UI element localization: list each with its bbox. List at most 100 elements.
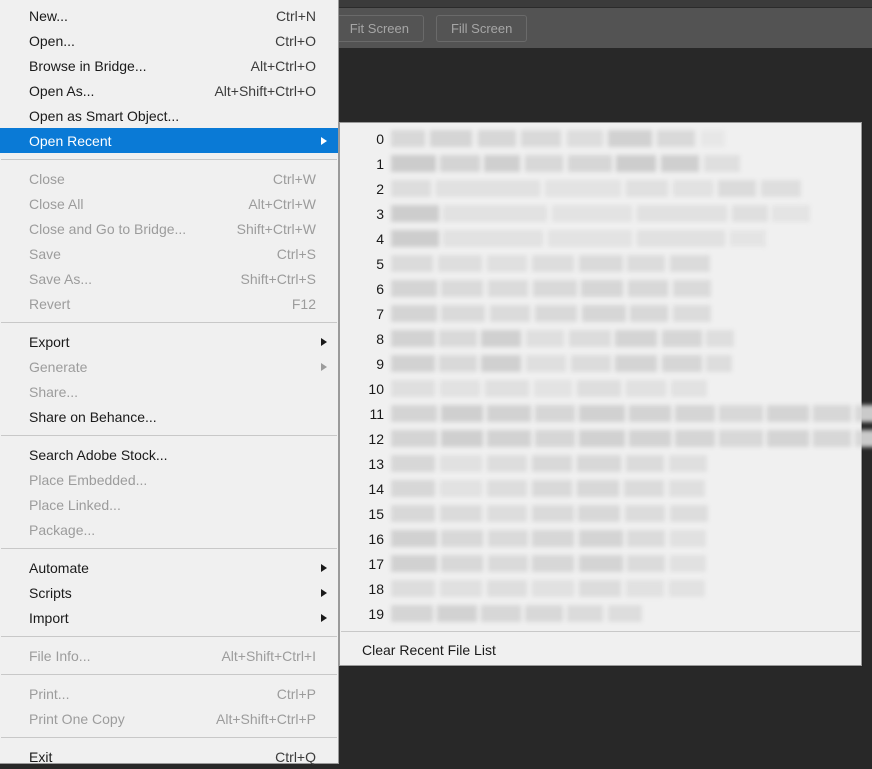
menu-item-label: Automate — [29, 559, 89, 576]
recent-file-path-redacted — [391, 580, 705, 597]
submenu-separator — [341, 631, 860, 632]
recent-file-index: 13 — [368, 455, 384, 472]
file-menu-dropdown[interactable]: New... Ctrl+N Open... Ctrl+O Browse in Bridg… — [0, 0, 339, 765]
menu-item-shortcut: Ctrl+W — [272, 170, 316, 187]
recent-file-item[interactable]: 10 — [340, 376, 861, 401]
menu-item-search-adobe-stock[interactable]: Search Adobe Stock... — [0, 442, 338, 467]
submenu-arrow-icon — [321, 588, 327, 597]
submenu-arrow-icon — [321, 337, 327, 346]
recent-file-index: 6 — [376, 280, 384, 297]
menu-item-open[interactable]: Open... Ctrl+O — [0, 28, 338, 53]
menu-item-export[interactable]: Export — [0, 329, 338, 354]
fit-screen-button[interactable]: Fit Screen — [334, 14, 424, 42]
recent-file-index: 5 — [376, 255, 384, 272]
menu-item-shortcut: Ctrl+N — [275, 7, 316, 24]
recent-file-item[interactable]: 2 — [340, 176, 861, 201]
menu-separator — [1, 322, 337, 323]
menu-item-label: Open... — [29, 32, 75, 49]
recent-file-path-redacted — [391, 305, 711, 322]
menu-item-new[interactable]: New... Ctrl+N — [0, 3, 338, 28]
menu-separator — [1, 548, 337, 549]
menu-item-label: File Info... — [29, 647, 91, 664]
clear-recent-file-list-item[interactable]: Clear Recent File List — [340, 635, 861, 665]
menu-item-label: Search Adobe Stock... — [29, 446, 168, 463]
fill-screen-button[interactable]: Fill Screen — [435, 14, 528, 42]
menu-item-generate: Generate — [0, 354, 338, 379]
recent-file-item[interactable]: 7 — [340, 301, 861, 326]
recent-file-index: 9 — [376, 355, 384, 372]
menu-item-label: Close and Go to Bridge... — [29, 220, 187, 237]
recent-file-index: 8 — [376, 330, 384, 347]
recent-file-path-redacted — [391, 380, 707, 397]
menu-item-open-as[interactable]: Open As... Alt+Shift+Ctrl+O — [0, 78, 338, 103]
menu-item-place-embedded: Place Embedded... — [0, 467, 338, 492]
menu-item-label: Revert — [29, 295, 71, 312]
menu-item-save-as: Save As... Shift+Ctrl+S — [0, 266, 338, 291]
recent-file-item[interactable]: 4 — [340, 226, 861, 251]
recent-file-item[interactable]: 9 — [340, 351, 861, 376]
recent-file-path-redacted — [391, 180, 801, 197]
menu-item-label: Import — [29, 609, 69, 626]
menu-item-label: Scripts — [29, 584, 72, 601]
recent-file-item[interactable]: 18 — [340, 576, 861, 601]
menu-item-shortcut: F12 — [291, 295, 316, 312]
menu-item-label: Browse in Bridge... — [29, 57, 147, 74]
menu-item-share-on-behance[interactable]: Share on Behance... — [0, 404, 338, 429]
menu-item-shortcut: Shift+Ctrl+S — [240, 270, 316, 287]
recent-file-path-redacted — [391, 555, 706, 572]
open-recent-submenu[interactable]: 0 1 2 3 4 5 6 7 8 9 10 11 12 13 14 15 16 17 18 19 Clear Rece… — [339, 122, 872, 666]
submenu-arrow-icon — [321, 136, 327, 145]
menu-item-shortcut: Ctrl+S — [276, 245, 316, 262]
menu-item-open-as-smart-object[interactable]: Open as Smart Object... — [0, 103, 338, 128]
menu-item-shortcut: Alt+Shift+Ctrl+O — [214, 82, 316, 99]
menu-item-close-and-go-to-bridge: Close and Go to Bridge... Shift+Ctrl+W — [0, 216, 338, 241]
recent-file-item[interactable]: 11 — [340, 401, 872, 426]
menu-item-open-recent[interactable]: Open Recent — [0, 128, 338, 153]
recent-file-item[interactable]: 5 — [340, 251, 861, 276]
recent-file-item[interactable]: 6 — [340, 276, 861, 301]
menu-item-label: New... — [29, 7, 68, 24]
recent-file-item[interactable]: 15 — [340, 501, 861, 526]
menu-item-label: Save — [29, 245, 61, 262]
recent-file-item[interactable]: 0 — [340, 126, 861, 151]
recent-file-item[interactable]: 14 — [340, 476, 861, 501]
recent-file-index: 14 — [368, 480, 384, 497]
menu-item-share: Share... — [0, 379, 338, 404]
recent-file-item[interactable]: 8 — [340, 326, 861, 351]
menu-item-automate[interactable]: Automate — [0, 555, 338, 580]
recent-file-path-redacted — [391, 605, 642, 622]
recent-file-path-redacted — [391, 455, 707, 472]
recent-file-index: 10 — [368, 380, 384, 397]
menu-item-print-one-copy: Print One Copy Alt+Shift+Ctrl+P — [0, 706, 338, 731]
menu-item-place-linked: Place Linked... — [0, 492, 338, 517]
menu-item-shortcut: Ctrl+P — [276, 685, 316, 702]
recent-file-item[interactable]: 3 — [340, 201, 861, 226]
menu-item-browse-in-bridge[interactable]: Browse in Bridge... Alt+Ctrl+O — [0, 53, 338, 78]
menu-item-import[interactable]: Import — [0, 605, 338, 630]
recent-file-path-redacted — [391, 280, 711, 297]
menu-item-exit[interactable]: Exit Ctrl+Q — [0, 744, 338, 769]
menu-item-file-info: File Info... Alt+Shift+Ctrl+I — [0, 643, 338, 668]
menu-item-close: Close Ctrl+W — [0, 166, 338, 191]
recent-file-path-redacted — [391, 505, 708, 522]
recent-file-item[interactable]: 16 — [340, 526, 861, 551]
menu-item-label: Close All — [29, 195, 84, 212]
recent-file-item[interactable]: 13 — [340, 451, 861, 476]
menu-item-label: Open as Smart Object... — [29, 107, 180, 124]
recent-file-index: 15 — [368, 505, 384, 522]
menu-item-label: Place Embedded... — [29, 471, 148, 488]
menu-item-scripts[interactable]: Scripts — [0, 580, 338, 605]
menu-item-label: Share... — [29, 383, 79, 400]
menu-item-label: Close — [29, 170, 65, 187]
recent-file-item[interactable]: 17 — [340, 551, 861, 576]
recent-file-item[interactable]: 19 — [340, 601, 861, 626]
submenu-arrow-icon — [321, 563, 327, 572]
recent-file-index: 4 — [376, 230, 384, 247]
menu-item-label: Exit — [29, 748, 53, 765]
recent-file-item[interactable]: 12 — [340, 426, 872, 451]
recent-file-path-redacted — [391, 255, 710, 272]
recent-file-index: 12 — [368, 430, 384, 447]
recent-file-path-redacted — [391, 480, 705, 497]
menu-item-shortcut: Shift+Ctrl+W — [236, 220, 316, 237]
recent-file-item[interactable]: 1 — [340, 151, 861, 176]
